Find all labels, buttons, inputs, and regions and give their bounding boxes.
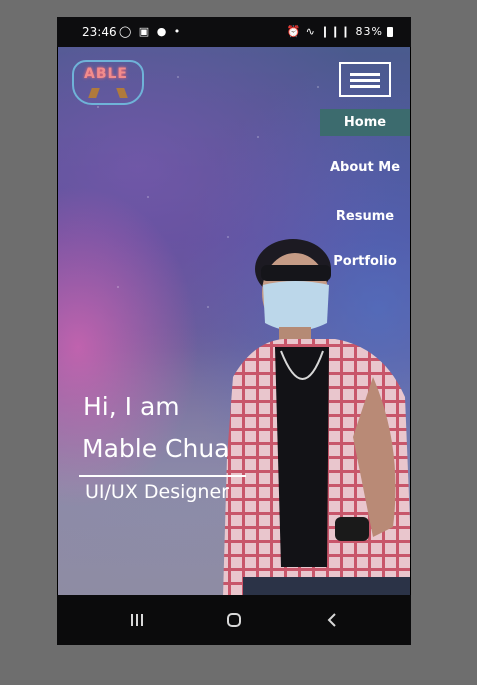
battery-percentage: 83% — [355, 25, 383, 38]
hero-name: Mable Chua — [82, 434, 230, 463]
home-icon — [227, 613, 241, 627]
hamburger-line — [350, 73, 380, 76]
home-button[interactable] — [214, 607, 254, 633]
menu-toggle-button[interactable] — [339, 62, 391, 97]
black-tshirt-shape — [275, 347, 329, 567]
hero-section: ABLE Home About Me Resume Portfolio Hi, … — [58, 47, 410, 595]
back-button[interactable] — [313, 607, 353, 633]
back-chevron-icon — [327, 613, 336, 627]
sunglasses-shape — [261, 265, 331, 281]
system-icons: ⏰ ∿ ❙❙❙ 83% — [286, 25, 383, 38]
controller-stick-right-icon — [116, 88, 128, 98]
recent-apps-button[interactable] — [117, 607, 157, 633]
status-time: 23:46 — [82, 25, 117, 39]
android-nav-bar — [57, 595, 411, 645]
site-logo[interactable]: ABLE — [72, 60, 144, 105]
status-bar: 23:46 ◯ ▣ ● • ⏰ ∿ ❙❙❙ 83% — [57, 17, 411, 47]
controller-stick-left-icon — [88, 88, 100, 98]
hero-job-title: UI/UX Designer — [85, 481, 229, 503]
hero-greeting: Hi, I am — [83, 392, 180, 421]
wristwatch-shape — [335, 517, 369, 541]
logo-text: ABLE — [84, 66, 128, 82]
portrait-photo — [223, 239, 410, 595]
phone-frame: 23:46 ◯ ▣ ● • ⏰ ∿ ❙❙❙ 83% ABLE Home Abou… — [57, 17, 411, 645]
nav-item-about-me[interactable]: About Me — [320, 158, 410, 178]
battery-icon — [387, 27, 393, 37]
notification-icons: ◯ ▣ ● • — [119, 25, 183, 38]
jeans-shape — [243, 577, 410, 595]
face-mask-shape — [263, 281, 329, 331]
hamburger-line — [350, 85, 380, 88]
alarm-wifi-signal-icons: ⏰ ∿ ❙❙❙ — [286, 25, 352, 38]
nav-item-resume[interactable]: Resume — [320, 207, 410, 227]
hamburger-line — [350, 79, 380, 82]
hero-divider — [79, 475, 246, 477]
nav-item-home[interactable]: Home — [320, 109, 410, 136]
recent-apps-icon — [131, 614, 143, 626]
